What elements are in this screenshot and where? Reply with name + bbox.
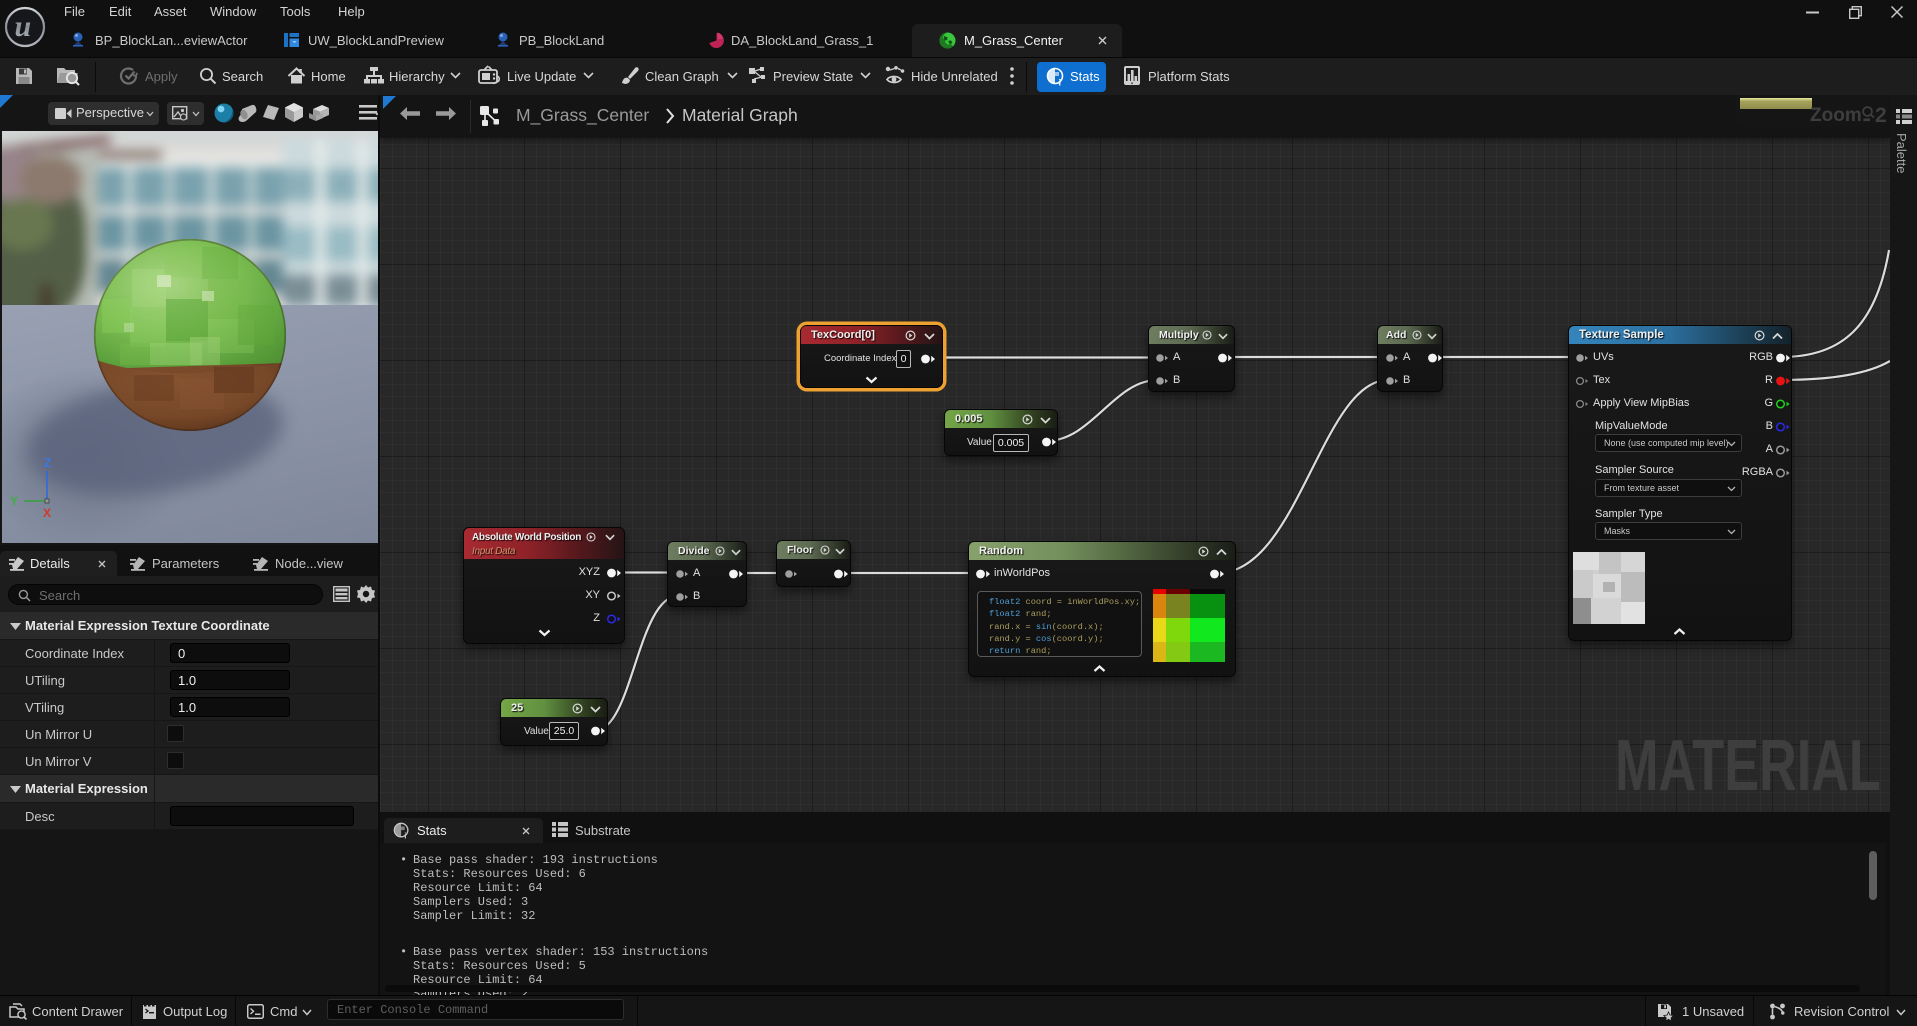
svg-text:Z: Z [44,456,51,470]
svg-text:u: u [15,10,32,43]
svg-text:Y: Y [10,494,18,508]
svg-text:X: X [43,506,51,520]
svg-text:i: i [1059,78,1062,88]
svg-text:i: i [404,832,406,840]
